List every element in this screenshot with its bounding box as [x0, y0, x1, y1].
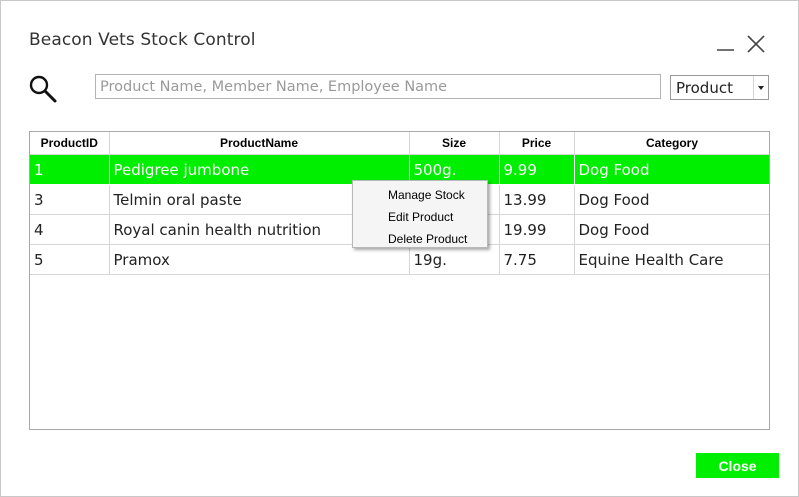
column-header-size[interactable]: Size	[409, 132, 500, 155]
close-button[interactable]: Close	[696, 453, 779, 478]
cell-price: 13.99	[499, 184, 575, 215]
column-header-productid[interactable]: ProductID	[30, 132, 110, 155]
cell-category: Dog Food	[574, 154, 769, 185]
close-icon	[747, 35, 765, 53]
minimize-icon	[717, 49, 734, 51]
cell-category: Dog Food	[574, 214, 769, 245]
window-close-button[interactable]	[745, 33, 767, 55]
cell-productid: 5	[30, 244, 110, 275]
cell-category: Dog Food	[574, 184, 769, 215]
cell-price: 7.75	[499, 244, 575, 275]
cell-price: 9.99	[499, 154, 575, 185]
menu-item-delete-product[interactable]: Delete Product	[353, 228, 487, 250]
column-header-category[interactable]: Category	[574, 132, 769, 155]
column-header-price[interactable]: Price	[499, 132, 575, 155]
cell-productid: 4	[30, 214, 110, 245]
table-header-row: ProductID ProductName Size Price Categor…	[30, 132, 769, 155]
cell-productid: 1	[30, 154, 110, 185]
menu-item-manage-stock[interactable]: Manage Stock	[353, 184, 487, 206]
cell-category: Equine Health Care	[574, 244, 769, 275]
minimize-button[interactable]	[715, 33, 737, 55]
search-icon	[29, 75, 57, 103]
products-grid[interactable]: ProductID ProductName Size Price Categor…	[29, 131, 770, 430]
cell-productid: 3	[30, 184, 110, 215]
stock-control-window: Beacon Vets Stock Control Product Produc…	[0, 0, 799, 497]
search-filter-value: Product	[676, 79, 733, 97]
menu-item-edit-product[interactable]: Edit Product	[353, 206, 487, 228]
column-header-productname[interactable]: ProductName	[109, 132, 410, 155]
chevron-down-icon[interactable]	[753, 76, 768, 99]
search-filter-dropdown[interactable]: Product	[670, 75, 769, 100]
cell-price: 19.99	[499, 214, 575, 245]
search-input[interactable]	[95, 74, 661, 99]
row-context-menu: Manage Stock Edit Product Delete Product	[352, 180, 488, 248]
window-title: Beacon Vets Stock Control	[29, 30, 256, 50]
